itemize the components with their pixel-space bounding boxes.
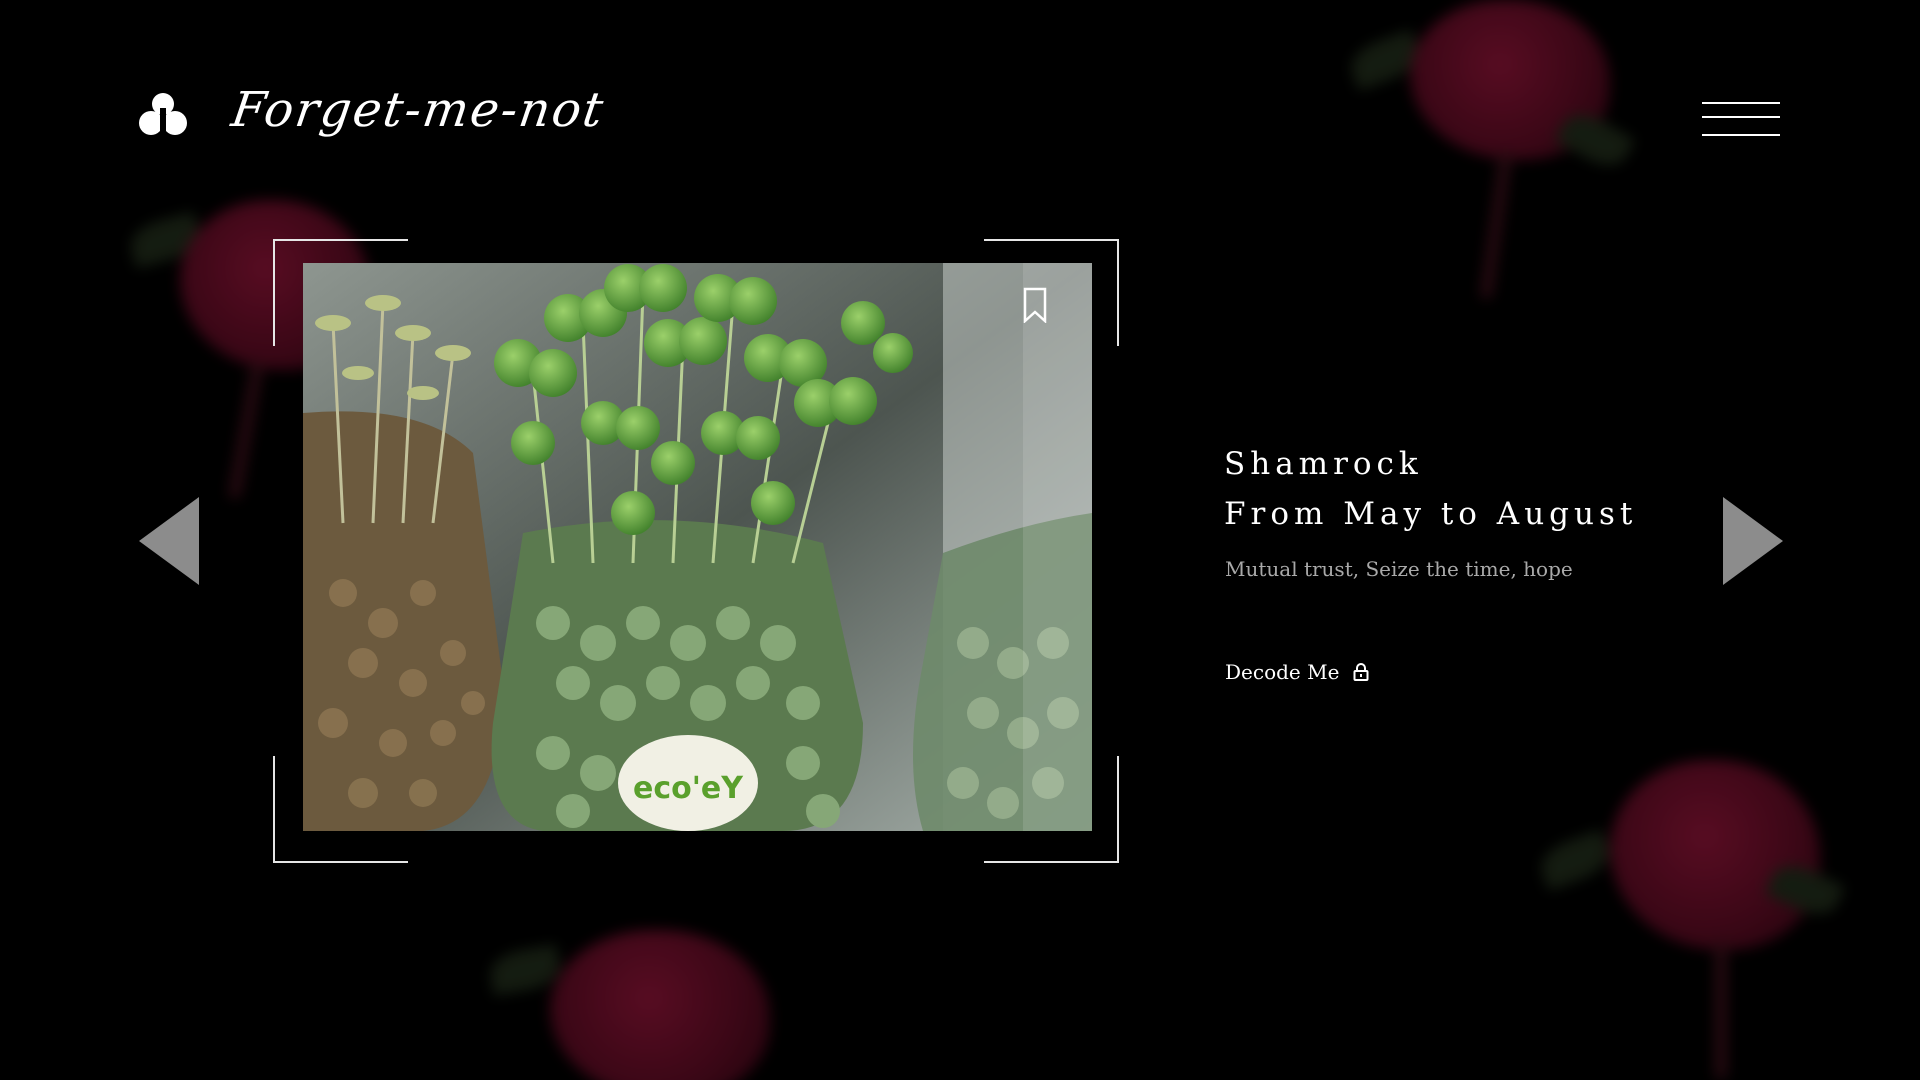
flower-season: From May to August [1224,496,1638,532]
flower-name: Shamrock [1224,446,1423,482]
background-rose [1345,0,1650,320]
decode-me-label: Decode Me [1225,660,1340,684]
triangle-left-icon[interactable] [139,497,199,585]
club-trefoil-icon[interactable] [138,90,188,140]
flower-meaning: Mutual trust, Seize the time, hope [1225,557,1573,581]
background-rose [1535,740,1860,1080]
hero-stage: Forget-me-not eco'eY Shamrock From May t… [0,0,1920,1080]
bookmark-icon[interactable] [1023,287,1047,323]
lock-icon [1353,663,1369,681]
decode-me-button[interactable]: Decode Me [1225,660,1369,684]
brand-name[interactable]: Forget-me-not [228,82,608,138]
hamburger-menu-icon[interactable] [1702,102,1780,138]
flower-photo: eco'eY [303,263,1092,831]
jar-label: eco'eY [633,771,744,806]
triangle-right-icon[interactable] [1723,497,1783,585]
background-rose [487,910,810,1080]
